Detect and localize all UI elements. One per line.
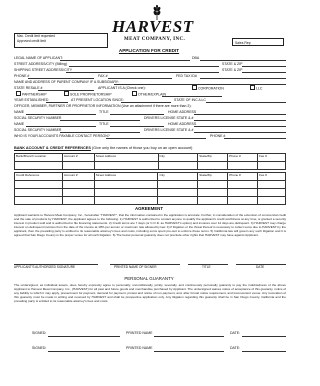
bank-references-table: Bank/Branch Location Account # Street Ad… — [14, 153, 286, 170]
table-cell[interactable] — [14, 161, 63, 170]
table-cell[interactable] — [157, 196, 199, 205]
table-header-cell: Account # — [61, 172, 95, 181]
corporation-label: CORPORATION — [198, 86, 224, 91]
harvest-logo: HARVEST MEAT COMPANY, INC. — [110, 5, 202, 47]
table-header-cell: Bank/Branch Location — [14, 153, 63, 162]
table-header-cell: City — [157, 172, 199, 181]
table-header-cell: Phone # — [227, 153, 259, 162]
table-cell[interactable] — [257, 188, 286, 197]
table-cell[interactable] — [157, 161, 199, 170]
table-cell[interactable] — [14, 196, 63, 205]
credit-references-table: Credit Reference Account # Street Addres… — [14, 172, 286, 205]
table-cell[interactable] — [93, 161, 159, 170]
table-header-cell: Street Address — [93, 172, 159, 181]
guarantor-2-row: SIGNED: PRINTED NAME DATE: — [14, 346, 286, 352]
corporation-checkbox[interactable] — [192, 85, 197, 90]
title-label: TITLE — [202, 265, 211, 269]
table-header-cell: Fax # — [257, 172, 286, 181]
partnership-label: PARTNERSHIP — [22, 92, 47, 97]
table-header-cell: Fax # — [257, 153, 286, 162]
guarantor-1-signature-input[interactable] — [48, 335, 120, 337]
table-cell[interactable] — [227, 180, 259, 189]
guarantor-2-printed-label: PRINTED NAME — [126, 346, 153, 350]
table-row[interactable] — [14, 161, 286, 170]
table-cell[interactable] — [14, 188, 63, 197]
applicant-signature-label: APPLICANT'S AUTHORIZED SIGNATURE — [14, 265, 76, 269]
guarantor-2-date-input[interactable] — [242, 350, 286, 352]
table-cell[interactable] — [93, 196, 159, 205]
form-title: APPLICATION FOR CREDIT — [118, 48, 180, 53]
table-cell[interactable] — [197, 188, 229, 197]
agreement-heading: AGREEMENT — [134, 206, 164, 211]
table-cell[interactable] — [61, 188, 95, 197]
guarantor-1-date-label: DATE: — [230, 331, 241, 335]
table-cell[interactable] — [227, 161, 259, 170]
sole-proprietorship-checkbox[interactable] — [64, 91, 69, 96]
guarantor-1-signed-label: SIGNED: — [32, 331, 47, 335]
table-row[interactable] — [14, 188, 286, 197]
credit-limit-box: Max. Credit limit requested Approved cre… — [14, 33, 108, 48]
table-cell[interactable] — [257, 161, 286, 170]
table-cell[interactable] — [93, 188, 159, 197]
table-cell[interactable] — [157, 188, 199, 197]
partnership-checkbox[interactable] — [16, 91, 21, 96]
guarantor-2-signature-input[interactable] — [48, 350, 120, 352]
table-cell[interactable] — [197, 161, 229, 170]
guarantor-2-printed-input[interactable] — [154, 350, 224, 352]
sole-proprietorship-label: SOLE PROPRIETORSHIP — [70, 92, 112, 97]
guaranty-text: The undersigned, as individual assets, d… — [14, 283, 286, 304]
logo-subtitle: MEAT COMPANY, INC. — [124, 37, 186, 42]
table-cell[interactable] — [197, 180, 229, 189]
table-cell[interactable] — [14, 180, 63, 189]
approved-credit-label: Approved credit limit — [17, 39, 46, 43]
table-header-cell: Street Address — [93, 153, 159, 162]
table-header-cell: State/Zip — [197, 153, 229, 162]
table-cell[interactable] — [257, 180, 286, 189]
table-header-cell: Account # — [61, 153, 95, 162]
ap-contact-label: WHO IS YOUR ACCOUNTS PAYABLE CONTACT PER… — [14, 134, 110, 138]
table-header-cell: State/Zip — [197, 172, 229, 181]
table-row: Bank/Branch Location Account # Street Ad… — [14, 153, 286, 162]
guarantor-2-date-label: DATE: — [230, 346, 241, 350]
sales-rep-label: Sales Rep — [235, 41, 251, 45]
llc-label: LLC — [256, 86, 263, 91]
references-note: (Give only the names of those you buy on… — [91, 146, 193, 150]
date-label: DATE — [256, 265, 265, 269]
applicant-signature-row: APPLICANT'S AUTHORIZED SIGNATURE PRINTED… — [14, 264, 286, 272]
guarantor-2-signed-label: SIGNED: — [32, 346, 47, 350]
table-header-cell: Credit Reference — [14, 172, 63, 181]
agreement-text: Applicant warrants to Harvest Meat Compa… — [14, 213, 286, 238]
credit-application-page: Max. Credit limit requested Approved cre… — [0, 0, 298, 386]
table-cell[interactable] — [61, 180, 95, 189]
table-cell[interactable] — [93, 180, 159, 189]
guarantor-1-row: SIGNED: PRINTED NAME DATE: — [14, 331, 286, 337]
table-row[interactable] — [14, 196, 286, 205]
ap-phone-input[interactable] — [224, 137, 286, 139]
references-heading: BANK ACCOUNT & CREDIT REFERENCES (Give o… — [14, 146, 192, 150]
table-cell[interactable] — [227, 188, 259, 197]
guarantor-1-printed-label: PRINTED NAME — [126, 331, 153, 335]
logo-name: HARVEST — [112, 17, 194, 36]
table-cell[interactable] — [61, 161, 95, 170]
other-explain-checkbox[interactable] — [132, 91, 137, 96]
table-cell[interactable] — [257, 196, 286, 205]
table-cell[interactable] — [61, 196, 95, 205]
table-cell[interactable] — [197, 196, 229, 205]
guarantor-1-date-input[interactable] — [242, 335, 286, 337]
table-cell[interactable] — [157, 180, 199, 189]
printed-name-label: PRINTED NAME OF SIGNER — [114, 265, 157, 269]
llc-checkbox[interactable] — [250, 85, 255, 90]
sales-rep-box: Sales Rep — [232, 38, 284, 46]
guaranty-heading: PERSONAL GUARANTY — [124, 276, 174, 281]
references-title: BANK ACCOUNT & CREDIT REFERENCES — [14, 146, 91, 150]
table-row: Credit Reference Account # Street Addres… — [14, 172, 286, 181]
guarantor-1-printed-input[interactable] — [154, 335, 224, 337]
table-cell[interactable] — [227, 196, 259, 205]
table-header-cell: City — [157, 153, 199, 162]
ap-contact-row: WHO IS YOUR ACCOUNTS PAYABLE CONTACT PER… — [14, 133, 286, 139]
table-header-cell: Phone # — [227, 172, 259, 181]
ap-contact-input[interactable] — [106, 137, 206, 139]
table-row[interactable] — [14, 180, 286, 189]
